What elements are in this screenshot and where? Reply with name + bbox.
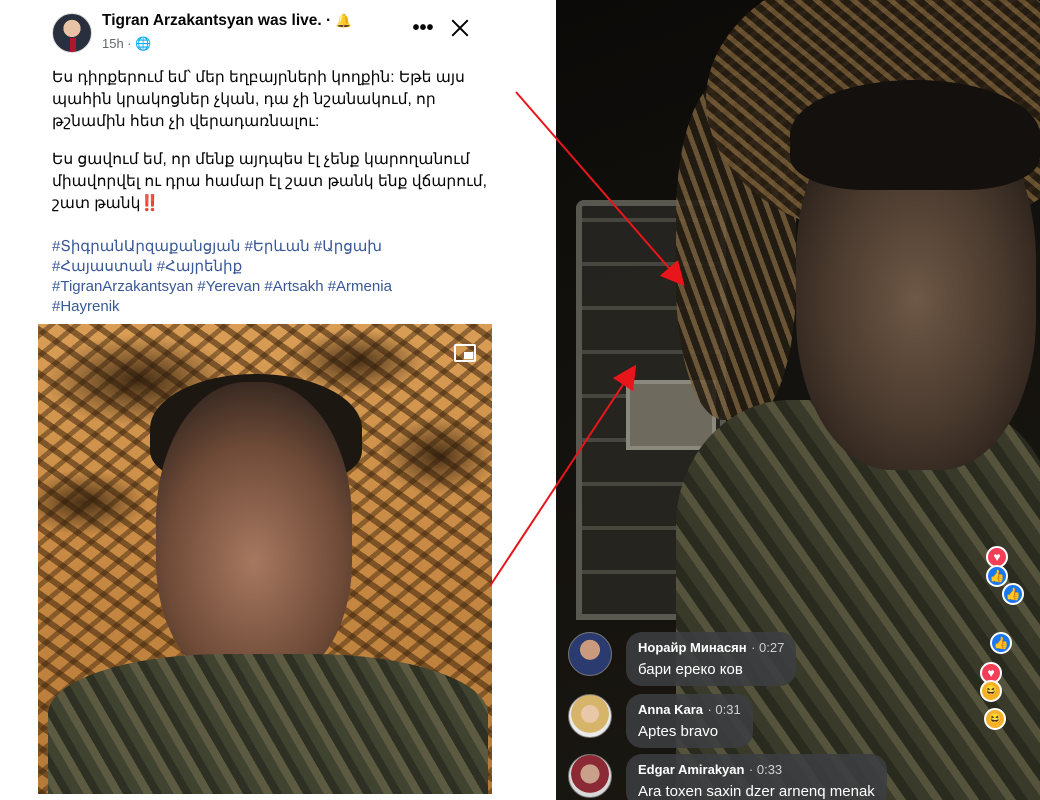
double-exclamation-icon: ‼️: [140, 195, 160, 212]
comment-text: Ara toxen saxin dzer arnenq menak: [638, 783, 875, 800]
commenter-name[interactable]: Edgar Amirakyan: [638, 762, 744, 777]
comment-text: бари ереко ков: [638, 661, 743, 678]
picture-in-picture-icon[interactable]: [454, 344, 476, 362]
hashtag-line[interactable]: #TigranArzakantsyan #Yerevan #Artsakh #A…: [52, 277, 472, 297]
live-video-thumbnail[interactable]: [38, 324, 492, 794]
post-paragraph-1: Ես դիրքերում եմ՝ մեր եղբայրների կողքին: …: [52, 69, 465, 130]
close-icon[interactable]: [446, 14, 474, 42]
comment-bubble: Edgar Amirakyan · 0:33 Ara toxen saxin d…: [626, 754, 887, 800]
like-reaction-icon: 👍: [1002, 583, 1024, 605]
hashtag-line[interactable]: #Hayrenik: [52, 297, 472, 317]
comment-time: · 0:31: [707, 702, 741, 717]
video-subject-jacket: [48, 654, 488, 794]
bell-icon: 🔔: [335, 13, 352, 28]
video-subject-face: [156, 382, 352, 682]
comment-bubble: Anna Kara · 0:31 Aptes bravo: [626, 694, 753, 748]
live-comment: Edgar Amirakyan · 0:33 Ara toxen saxin d…: [568, 754, 1028, 800]
live-video-panel[interactable]: ♥ 👍 👍 👍 ♥ 😆 😆 Норайр Минасян · 0:27 бари…: [556, 0, 1040, 800]
comment-text: Aptes bravo: [638, 723, 719, 740]
author-avatar[interactable]: [52, 13, 92, 53]
live-comment: Норайр Минасян · 0:27 бари ереко ков: [568, 632, 1028, 686]
comment-bubble: Норайр Минасян · 0:27 бари ереко ков: [626, 632, 797, 686]
commenter-avatar[interactable]: [568, 694, 612, 738]
post-timestamp[interactable]: 15h · 🌐: [102, 36, 151, 52]
like-reaction-icon: 👍: [986, 565, 1008, 587]
hashtag-list: #ՏիգրանԱրզաքանցյան #Երևան #Արցախ #Հայաստ…: [52, 237, 472, 317]
facebook-post-panel: Tigran Arzakantsyan was live. · 🔔 15h · …: [0, 0, 556, 800]
hashtag-line[interactable]: #ՏիգրանԱրզաքանցյան #Երևան #Արցախ: [52, 237, 472, 257]
commenter-avatar[interactable]: [568, 632, 612, 676]
more-options-icon[interactable]: •••: [411, 16, 435, 40]
commenter-name[interactable]: Anna Kara: [638, 702, 703, 717]
video-subject-hair: [790, 80, 1040, 190]
hashtag-line[interactable]: #Հայաստան #Հայրենիք: [52, 257, 472, 277]
post-author[interactable]: Tigran Arzakantsyan was live. · 🔔: [102, 12, 352, 30]
commenter-name[interactable]: Норайр Минасян: [638, 640, 747, 655]
comment-time: · 0:27: [751, 640, 785, 655]
comment-time: · 0:33: [748, 762, 783, 777]
live-comment: Anna Kara · 0:31 Aptes bravo: [568, 694, 1028, 748]
commenter-avatar[interactable]: [568, 754, 612, 798]
post-paragraph-2: Ես ցավում եմ, որ մենք այդպես էլ չենք կար…: [52, 151, 487, 212]
